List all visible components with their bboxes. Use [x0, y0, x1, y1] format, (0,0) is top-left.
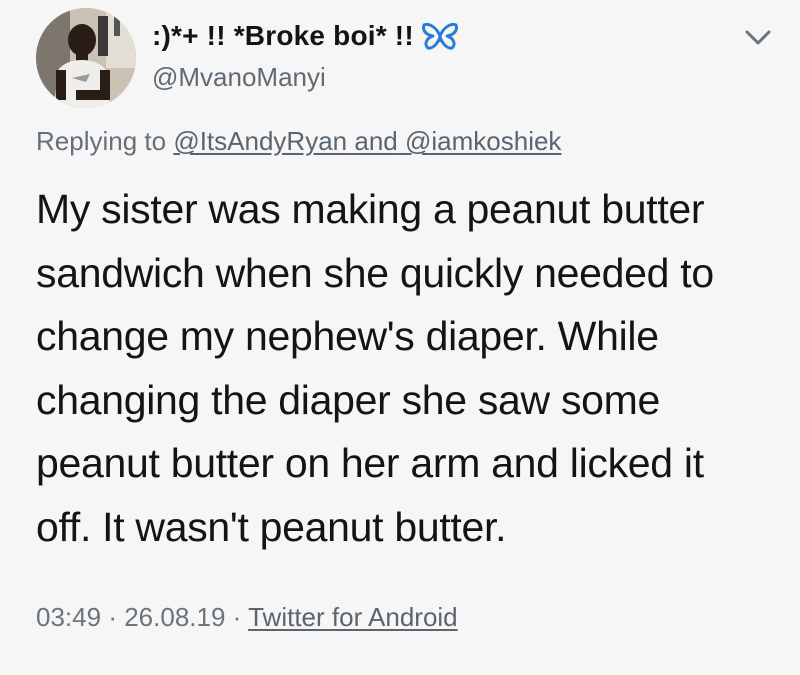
tweet-meta: 03:49 · 26.08.19 · Twitter for Android: [36, 602, 458, 633]
author-handle[interactable]: @MvanoManyi: [152, 62, 326, 93]
reply-mentions[interactable]: @ItsAndyRyan and @iamkoshiek: [173, 126, 561, 156]
tweet-line: change my nephew's diaper. While: [36, 313, 659, 359]
tweet-time: 03:49: [36, 602, 102, 632]
butterfly-icon: [421, 22, 458, 50]
chevron-down-icon[interactable]: [743, 26, 773, 48]
tweet-line: peanut butter on her arm and licked it: [36, 440, 704, 486]
replying-to: Replying to @ItsAndyRyan and @iamkoshiek: [36, 126, 561, 157]
meta-separator: ·: [108, 602, 117, 632]
tweet-text: My sister was making a peanut butter san…: [36, 178, 776, 559]
display-name[interactable]: :)*+ !! *Broke boi* !!: [152, 20, 414, 52]
tweet-source-link[interactable]: Twitter for Android: [248, 602, 458, 632]
tweet-line: changing the diaper she saw some: [36, 376, 661, 423]
reply-user-1[interactable]: @ItsAndyRyan: [173, 126, 347, 156]
author-row[interactable]: :)*+ !! *Broke boi* !!: [152, 20, 458, 52]
meta-separator: ·: [232, 602, 242, 632]
tweet-line: My sister was making a peanut butter: [36, 186, 705, 232]
reply-user-2[interactable]: @iamkoshiek: [405, 126, 561, 156]
tweet-line: off. It wasn't peanut butter.: [36, 503, 507, 550]
avatar[interactable]: [36, 8, 136, 108]
tweet-line: sandwich when she quickly needed to: [36, 249, 714, 296]
reply-conjunction: and: [354, 126, 398, 156]
replying-prefix: Replying to: [36, 126, 167, 156]
tweet-card: :)*+ !! *Broke boi* !! @MvanoManyi Reply…: [0, 0, 800, 675]
tweet-date: 26.08.19: [124, 602, 226, 632]
avatar-photo: [36, 8, 136, 108]
